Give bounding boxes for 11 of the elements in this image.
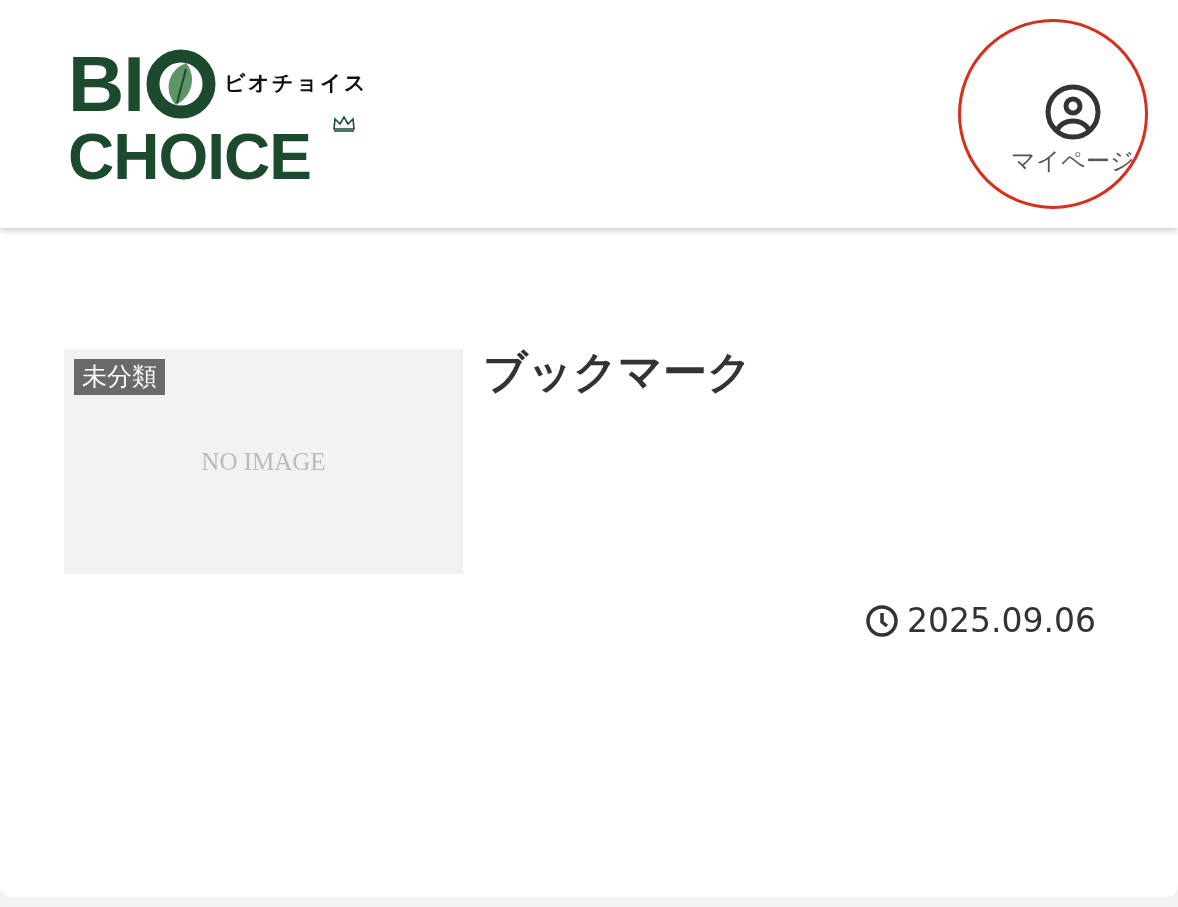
clock-icon bbox=[865, 603, 900, 638]
post-date: 2025.09.06 bbox=[907, 600, 1096, 642]
leaf-logo-icon bbox=[146, 49, 216, 120]
post-title[interactable]: ブックマーク bbox=[483, 339, 752, 574]
user-icon bbox=[1044, 83, 1102, 141]
category-label: 未分類 bbox=[74, 359, 165, 395]
logo-text: CHOICE bbox=[68, 129, 311, 187]
mypage-button[interactable]: マイページ bbox=[1006, 83, 1140, 179]
logo-kana-text: ビオチョイス bbox=[224, 70, 368, 98]
logo-text: BI bbox=[68, 49, 144, 120]
crown-icon bbox=[332, 115, 356, 134]
